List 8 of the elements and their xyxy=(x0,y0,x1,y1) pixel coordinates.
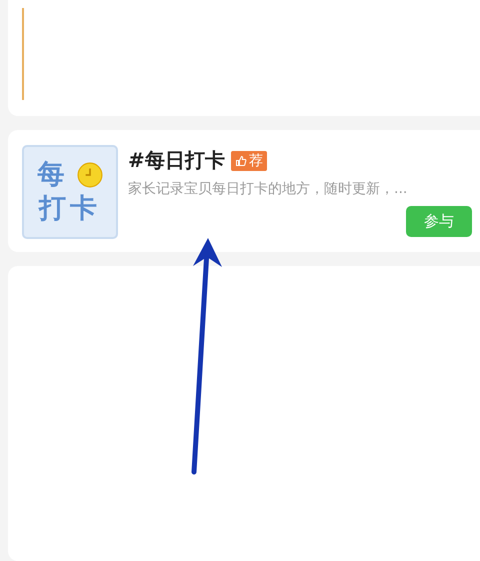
topic-description: 家长记录宝贝每日打卡的地方，随时更新，... xyxy=(128,180,408,198)
topic-title: #每日打卡 xyxy=(128,147,225,174)
recommended-tag: 荐 xyxy=(230,150,267,170)
topic-card[interactable]: 每 打卡 #每日打卡 荐 家长记录宝贝每日打卡的地方，随时更新，... 参与 xyxy=(8,130,480,252)
thumbnail-text: 每 xyxy=(38,160,68,190)
thumbs-up-icon xyxy=(234,154,247,166)
thumbnail-text: 打卡 xyxy=(39,194,101,224)
clock-icon xyxy=(76,162,102,188)
